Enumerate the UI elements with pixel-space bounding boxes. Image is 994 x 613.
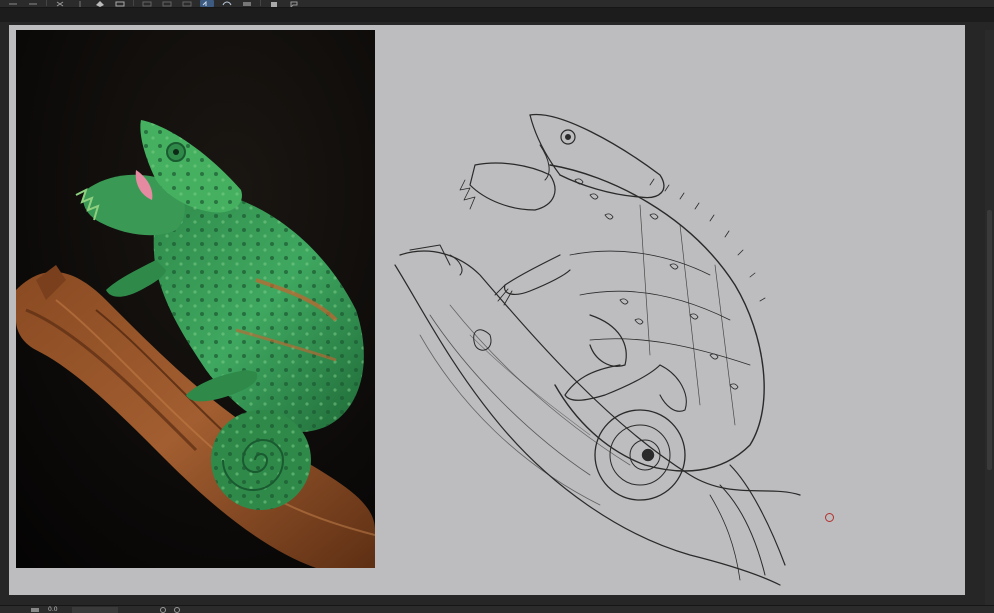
undo-icon[interactable] [6,0,20,7]
status-bar: 0.0 [0,605,994,613]
vertical-scrollbar[interactable] [985,30,994,605]
select-ellipse-icon[interactable] [160,0,174,7]
layer-icon[interactable] [267,0,281,7]
speech-icon[interactable] [287,0,301,7]
flip-icon[interactable] [172,606,182,613]
zoom-icon[interactable] [30,607,40,613]
crop-icon[interactable] [113,0,127,7]
toolbar-gap [0,8,994,22]
eraser-icon[interactable] [220,0,234,7]
zoom-value[interactable]: 0.0 [48,606,58,613]
brush-cursor [825,513,834,522]
painting-app: 0.0 [0,0,994,613]
rotate-icon[interactable] [158,606,168,613]
redo-icon[interactable] [26,0,40,7]
top-toolbar [0,0,994,8]
fill-icon[interactable] [93,0,107,7]
layer-icon[interactable] [240,0,254,7]
chameleon-photo-image [16,30,375,568]
select-rect-icon[interactable] [140,0,154,7]
lasso-icon[interactable] [200,0,214,7]
transform-icon[interactable] [53,0,67,7]
toolbar-divider [46,0,47,6]
toolbar-divider [133,0,134,6]
symmetry-icon[interactable] [73,0,87,7]
chameleon-reference-photo [16,30,375,568]
select-freehand-icon[interactable] [180,0,194,7]
horizontal-scrollbar[interactable] [71,606,118,613]
chameleon-sketch-drawing [394,113,801,586]
chameleon-sketch [390,105,830,590]
vertical-scrollbar-thumb[interactable] [987,210,992,470]
toolbar-divider [260,0,261,6]
